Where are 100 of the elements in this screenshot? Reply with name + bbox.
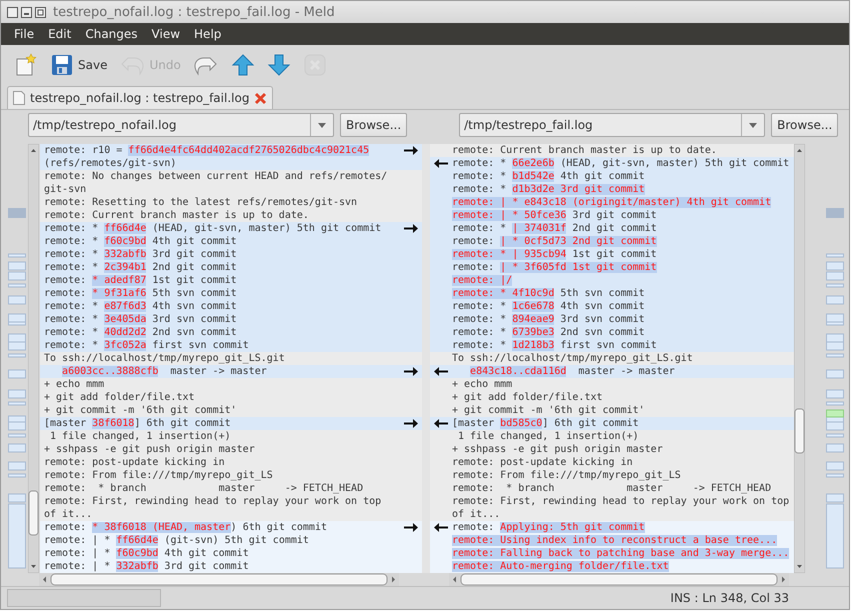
line-text: remote: | * ff66d4e (git-svn) 5th git commit xyxy=(43,534,310,547)
line-text: + git add folder/file.txt xyxy=(43,391,196,404)
menu-item[interactable]: File xyxy=(7,27,42,41)
line-text: remote: Current branch master is up to date. xyxy=(43,209,310,222)
minimize-icon[interactable] xyxy=(21,6,32,18)
line-text: remote: Using index info to reconstruct a base tree... xyxy=(452,534,778,547)
save-icon xyxy=(50,53,74,77)
line-text: [master 38f6018] 6th git commit xyxy=(43,417,232,430)
down-arrow-icon xyxy=(266,53,291,77)
line-text: remote: * f60c9bd 4th git commit xyxy=(43,235,238,248)
line-text: + echo mmm xyxy=(452,378,514,391)
line-text: remote: * b1d542e 4th git commit xyxy=(452,170,646,183)
line-text: 1 file changed, 1 insertion(+) xyxy=(457,430,640,443)
line-text: a6003cc..3888cfb master -> master xyxy=(61,365,268,378)
line-text: remote: | * 0cf5d73 2nd git commit xyxy=(452,235,658,248)
line-text: 1 file changed, 1 insertion(+) xyxy=(49,430,232,443)
line-text: + sshpass -e git push origin master xyxy=(452,443,664,456)
line-text: remote: * 1d218b3 first svn commit xyxy=(452,339,658,352)
line-text: + sshpass -e git push origin master xyxy=(43,443,256,456)
window-title: testrepo_nofail.log : testrepo_fail.log - Meld xyxy=(53,4,335,20)
line-text: remote: * branch master -> FETCH_HEAD xyxy=(452,482,772,495)
close-icon[interactable] xyxy=(254,92,268,104)
line-text: remote: From file:///tmp/myrepo_git_LS xyxy=(452,469,682,482)
line-text: remote: Current branch master is up to date. xyxy=(452,144,718,157)
line-text: remote: * d1b3d2e 3rd git commit xyxy=(452,183,646,196)
line-text: remote: * 894eae9 3rd svn commit xyxy=(452,313,646,326)
line-text: To ssh://localhost/tmp/myrepo_git_LS.git xyxy=(452,352,694,365)
file-tab[interactable]: testrepo_nofail.log : testrepo_fail.log xyxy=(7,86,274,109)
left-arrow-icon xyxy=(434,159,448,168)
line-text: remote: * 40dd2d2 2nd svn commit xyxy=(43,326,238,339)
browse-button[interactable]: Browse... xyxy=(340,113,408,137)
up-arrow-icon xyxy=(230,53,255,77)
line-text: remote: First, rewinding head to replay your work on top xyxy=(43,495,382,508)
line-text: remote: * 2c394b1 2nd git commit xyxy=(43,261,238,274)
line-text: remote: * 1c6e678 4th svn commit xyxy=(452,300,646,313)
right-arrow-icon xyxy=(404,419,418,428)
line-text: remote: Applying: 5th git commit xyxy=(452,521,646,534)
line-text: remote: * 6739be3 2nd svn commit xyxy=(452,326,646,339)
line-text: + git commit -m '6th git commit' xyxy=(43,404,238,417)
line-text: + echo mmm xyxy=(43,378,106,391)
path-combo[interactable]: /tmp/testrepo_fail.log xyxy=(459,113,766,137)
menu-item[interactable]: Changes xyxy=(78,27,145,41)
line-text: remote: | * 3f605fd 1st git commit xyxy=(452,261,658,274)
line-text: [master bd585c0] 6th git commit xyxy=(452,417,640,430)
line-text: git-svn xyxy=(43,183,88,196)
line-text: remote: Resetting to the latest refs/remotes/git-svn xyxy=(43,196,358,209)
line-text: remote: * 4f10c9d 5th svn commit xyxy=(452,287,646,300)
dropdown-icon xyxy=(318,122,326,128)
menu-item[interactable]: View xyxy=(144,27,188,41)
menu-item[interactable]: Help xyxy=(187,27,228,41)
line-text: remote: | * e843c18 (origingit/master) 4th git commit xyxy=(452,196,772,209)
line-text: To ssh://localhost/tmp/myrepo_git_LS.git xyxy=(43,352,286,365)
right-arrow-icon xyxy=(404,224,418,233)
tab-label: testrepo_nofail.log : testrepo_fail.log xyxy=(30,91,250,105)
right-arrow-icon xyxy=(404,523,418,532)
dropdown-icon xyxy=(749,122,758,128)
line-text: e843c18..cda116d master -> master xyxy=(469,365,676,378)
line-text: remote: * branch master -> FETCH_HEAD xyxy=(43,482,364,495)
line-text: remote: * 9f31af6 5th svn commit xyxy=(43,287,238,300)
right-arrow-icon xyxy=(404,146,418,155)
line-text: remote: Auto-merging folder/file.txt xyxy=(452,560,670,573)
line-text: remote: post-update kicking in xyxy=(452,456,634,469)
right-arrow-icon xyxy=(404,367,418,376)
left-arrow-icon xyxy=(434,367,448,376)
cursor-position: INS : Ln 348, Col 33 xyxy=(670,591,789,605)
maximize-icon[interactable] xyxy=(35,6,46,18)
document-icon xyxy=(13,91,25,105)
line-text: remote: | * f60c9bd 4th git commit xyxy=(43,547,250,560)
line-text: remote: First, rewinding head to replay your work on top xyxy=(452,495,790,508)
line-text: remote: post-update kicking in xyxy=(43,456,226,469)
new-document-icon xyxy=(14,53,38,77)
line-text: remote: * 3fc052a first svn commit xyxy=(43,339,250,352)
line-text: remote: From file:///tmp/myrepo_git_LS xyxy=(43,469,274,482)
save-button[interactable]: Save xyxy=(47,51,110,79)
line-text: remote: * 332abfb 3rd git commit xyxy=(43,248,238,261)
line-text: remote: | * 332abfb 3rd git commit xyxy=(43,560,250,573)
line-text: remote: * ff66d4e (HEAD, git-svn, master) 5th git commit xyxy=(43,222,382,235)
line-text: remote: | * 50fce36 3rd git commit xyxy=(452,209,658,222)
line-text: remote: * 66e2e6b (HEAD, git-svn, master) 5th git commit xyxy=(452,157,790,170)
line-text: remote: No changes between current HEAD and refs/remotes/ xyxy=(43,170,388,183)
line-text: of it... xyxy=(452,508,502,521)
left-arrow-icon xyxy=(434,523,448,532)
line-text: (refs/remotes/git-svn) xyxy=(43,157,178,170)
menu-item[interactable]: Edit xyxy=(41,27,78,41)
line-text: remote: * adedf87 1st git commit xyxy=(43,274,238,287)
line-text: of it... xyxy=(43,508,94,521)
line-text: remote: Falling back to patching base and 3-way merge... xyxy=(452,547,790,560)
line-text: remote: * 38f6018 (HEAD, master) 6th git commit xyxy=(43,521,328,534)
line-text: remote: * e87f6d3 4th svn commit xyxy=(43,300,238,313)
line-text: remote: * 3e405da 3rd svn commit xyxy=(43,313,238,326)
left-arrow-icon xyxy=(434,419,448,428)
line-text: remote: * | 374031f 2nd git commit xyxy=(452,222,658,235)
line-text: + git add folder/file.txt xyxy=(452,391,604,404)
browse-button[interactable]: Browse... xyxy=(771,113,838,137)
line-text: remote: r10 = ff66d4e4fc64dd402acdf2765026dbc4c9021c45 xyxy=(43,144,370,157)
line-text: + git commit -m '6th git commit' xyxy=(452,404,646,417)
path-combo[interactable]: /tmp/testrepo_nofail.log xyxy=(28,113,334,137)
line-text: remote: |/ xyxy=(452,274,514,287)
line-text: remote: * | 935cb94 1st git commit xyxy=(452,248,658,261)
close-window-icon[interactable] xyxy=(7,6,18,18)
